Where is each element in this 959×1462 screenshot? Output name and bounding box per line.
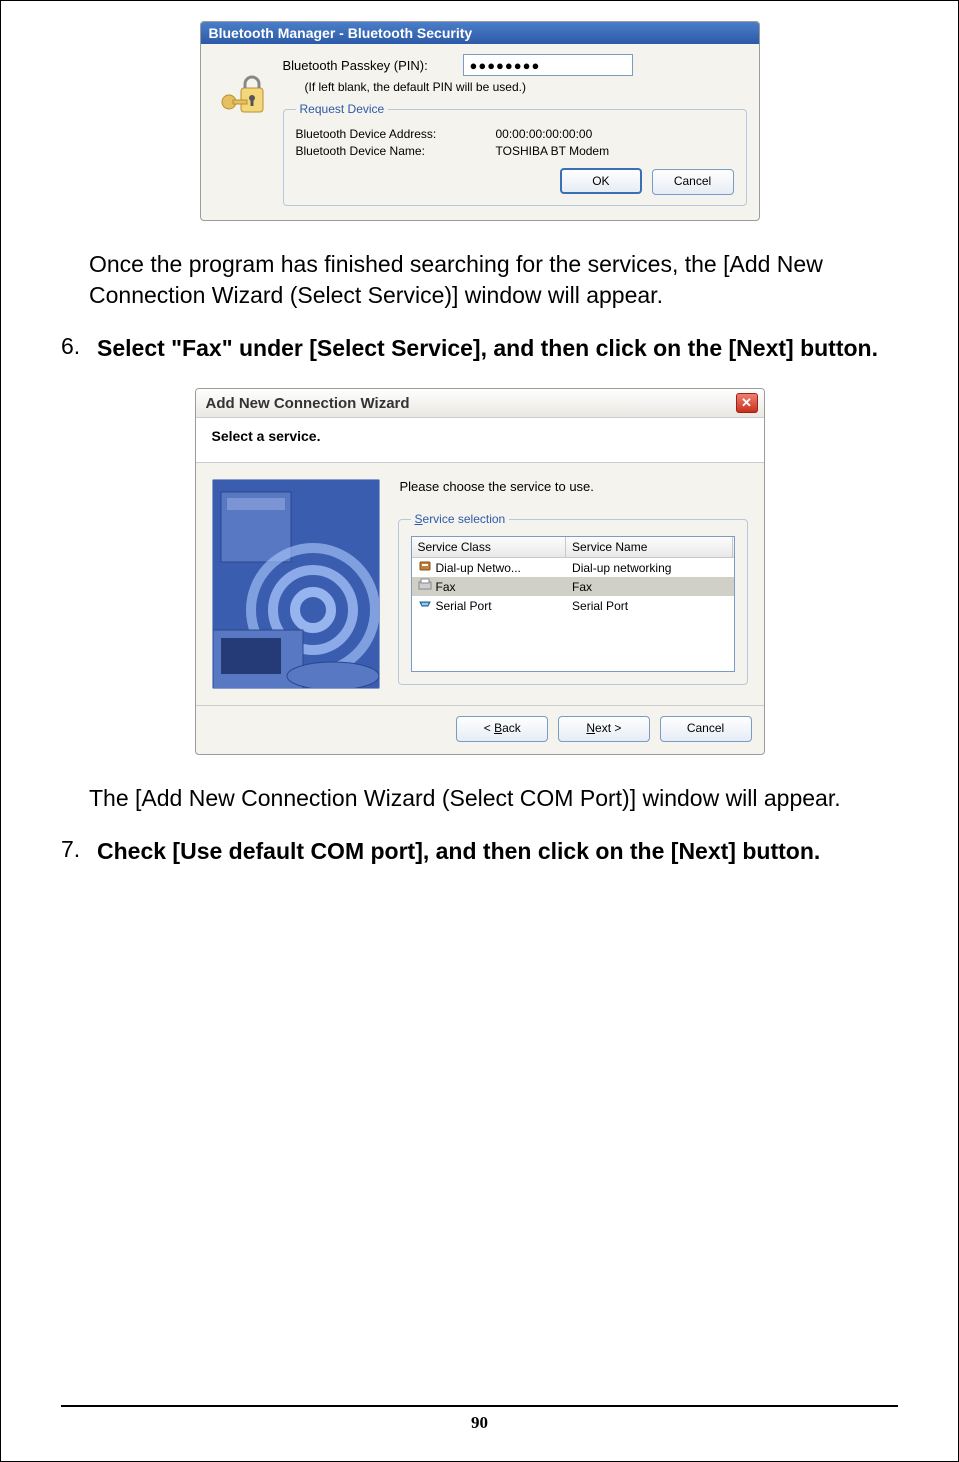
step-6: 6. Select "Fax" under [Select Service], … (61, 333, 898, 364)
dialup-icon (418, 559, 436, 576)
cancel-button[interactable]: Cancel (652, 169, 734, 195)
step-7-text: Check [Use default COM port], and then c… (97, 836, 898, 867)
service-selection-group: Service selection Service Class Service … (398, 512, 748, 685)
request-device-legend: Request Device (296, 102, 389, 116)
wizard-title-text: Add New Connection Wizard (206, 395, 410, 412)
service-class-text: Serial Port (436, 599, 492, 613)
service-row-dialup[interactable]: Dial-up Netwo... Dial-up networking (412, 558, 734, 577)
request-device-group: Request Device Bluetooth Device Address:… (283, 102, 747, 206)
service-row-fax[interactable]: Fax Fax (412, 577, 734, 596)
device-address-value: 00:00:00:00:00:00 (496, 127, 593, 141)
wizard-illustration (212, 479, 380, 689)
lock-key-icon (213, 62, 277, 126)
service-name-text: Fax (572, 580, 592, 594)
step-7: 7. Check [Use default COM port], and the… (61, 836, 898, 867)
serial-icon (418, 597, 436, 614)
column-service-class[interactable]: Service Class (412, 537, 567, 557)
page-number: 90 (1, 1413, 958, 1433)
wizard-titlebar: Add New Connection Wizard ✕ (196, 389, 764, 418)
bluetooth-security-dialog: Bluetooth Manager - Bluetooth Security B… (200, 21, 760, 221)
fax-icon (418, 578, 436, 595)
footer-rule (61, 1405, 898, 1407)
back-button[interactable]: < Back (456, 716, 548, 742)
service-class-text: Fax (436, 580, 456, 594)
step-7-number: 7. (61, 836, 97, 867)
step-6-text: Select "Fax" under [Select Service], and… (97, 333, 898, 364)
passkey-label: Bluetooth Passkey (PIN): (283, 58, 463, 73)
service-row-serial[interactable]: Serial Port Serial Port (412, 596, 734, 615)
service-name-text: Serial Port (572, 599, 628, 613)
step-6-number: 6. (61, 333, 97, 364)
add-connection-wizard-dialog: Add New Connection Wizard ✕ Select a ser… (195, 388, 765, 755)
passkey-note: (If left blank, the default PIN will be … (305, 80, 747, 94)
service-class-text: Dial-up Netwo... (436, 561, 521, 575)
dialog-titlebar: Bluetooth Manager - Bluetooth Security (201, 22, 759, 44)
device-name-value: TOSHIBA BT Modem (496, 144, 610, 158)
device-address-label: Bluetooth Device Address: (296, 127, 496, 141)
passkey-input[interactable] (463, 54, 633, 76)
column-service-name[interactable]: Service Name (566, 537, 733, 557)
service-name-text: Dial-up networking (572, 561, 671, 575)
ok-button[interactable]: OK (560, 168, 642, 194)
device-name-label: Bluetooth Device Name: (296, 144, 496, 158)
next-button[interactable]: Next > (558, 716, 650, 742)
wizard-instruction: Please choose the service to use. (400, 479, 748, 494)
paragraph-after-dialog2: The [Add New Connection Wizard (Select C… (89, 783, 898, 814)
cancel-button[interactable]: Cancel (660, 716, 752, 742)
service-listview[interactable]: Service Class Service Name Dial-up Netwo… (411, 536, 735, 672)
wizard-subtitle: Select a service. (196, 418, 764, 463)
paragraph-after-dialog1: Once the program has finished searching … (89, 249, 898, 311)
service-selection-legend: Service selection (411, 512, 510, 526)
close-icon[interactable]: ✕ (736, 393, 758, 413)
